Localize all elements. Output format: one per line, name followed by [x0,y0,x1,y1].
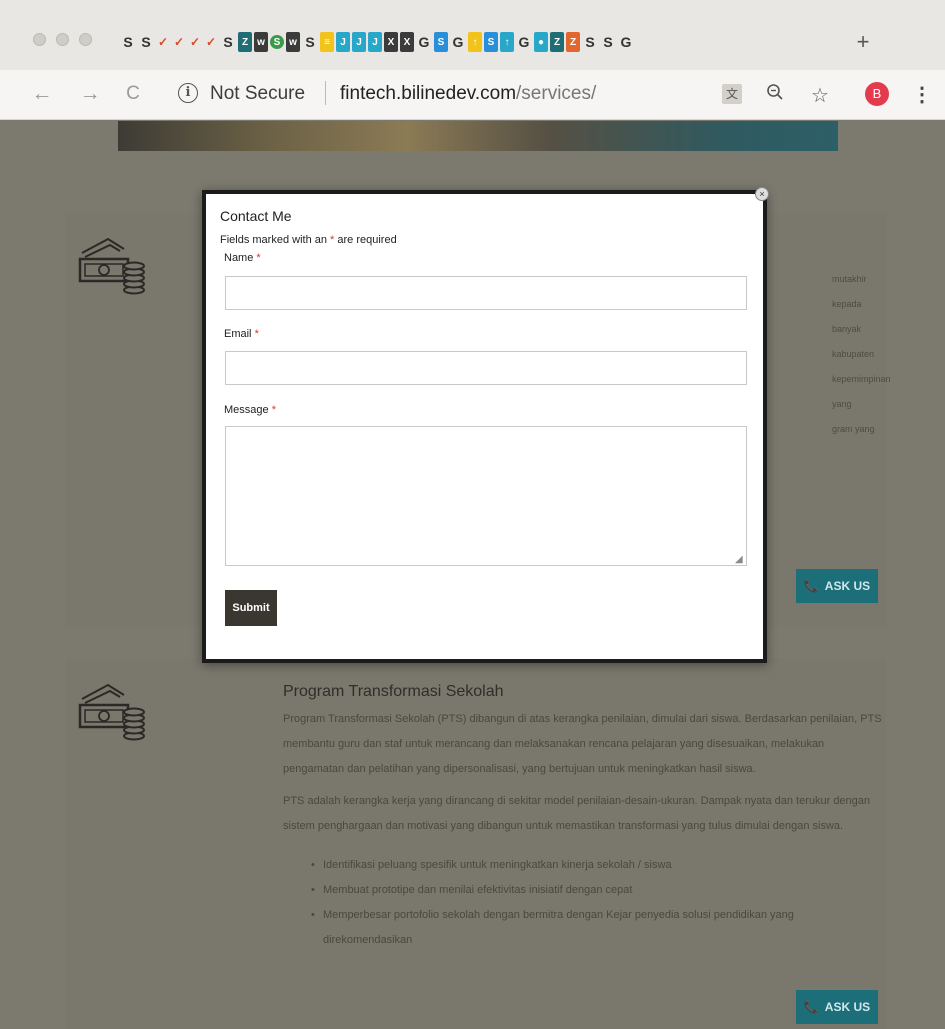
reload-icon[interactable]: C [121,82,145,106]
tab-favicon[interactable]: G [450,32,466,52]
menu-icon[interactable]: ⋮ [912,82,932,107]
contact-modal: × Contact Me Fields marked with an * are… [202,187,769,663]
list-item: Identifikasi peluang spesifik untuk meni… [311,853,871,878]
hero-image [118,121,838,151]
tab-favicon[interactable]: Z [550,32,564,52]
email-label: Email * [224,328,259,340]
required-note: Fields marked with an * are required [220,234,397,246]
tab-favicon[interactable]: J [336,32,350,52]
url-separator [325,81,326,105]
tab-favicon[interactable]: S [484,32,498,52]
tab-favicon[interactable]: Z [238,32,252,52]
tab-favicon[interactable]: ● [534,32,548,52]
tab-favicon[interactable]: S [220,32,236,52]
translate-icon[interactable]: 文 [722,84,742,104]
security-label: Not Secure [210,83,306,104]
address-bar[interactable]: fintech.bilinedev.com/services/ [340,83,596,105]
name-label: Name * [224,252,261,264]
tab-favicon[interactable]: ↑ [500,32,514,52]
submit-button[interactable]: Submit [225,590,277,626]
tab-favicon[interactable]: G [618,32,634,52]
modal-title: Contact Me [220,208,292,224]
name-field[interactable] [225,276,747,310]
tab-favicon[interactable]: ✓ [156,32,170,52]
tab-favicon[interactable]: S [434,32,448,52]
message-label: Message * [224,404,276,416]
phone-icon: 📞 [803,579,819,593]
url-domain: fintech.bilinedev.com [340,83,517,104]
tab-favicon[interactable]: ≡ [320,32,334,52]
tab-favicon[interactable]: w [286,32,300,52]
phone-icon: 📞 [803,1000,819,1014]
tab-favicon[interactable]: X [384,32,398,52]
email-field[interactable] [225,351,747,385]
tab-favicon[interactable]: w [254,32,268,52]
browser-toolbar: ← → C i Not Secure fintech.bilinedev.com… [0,70,945,120]
new-tab-button[interactable]: + [851,29,875,55]
service-card: Program Transformasi Sekolah Program Tra… [66,659,886,1029]
tab-favicon[interactable]: J [368,32,382,52]
back-icon[interactable]: ← [30,82,54,106]
list-item: Membuat prototipe dan menilai efektivita… [311,878,871,903]
ask-us-button[interactable]: 📞 ASK US [796,569,878,603]
tab-favicons: S S ✓ ✓ ✓ ✓ S Zw Sw S ≡ J J J X X G S G ↑ S ↑ G ● Z Z S S G [120,28,634,58]
tab-favicon[interactable]: S [138,32,154,52]
close-icon[interactable]: × [755,187,769,201]
tab-favicon[interactable]: ↑ [468,32,482,52]
forward-icon[interactable]: → [78,82,102,106]
window-maximize-control[interactable] [79,33,92,46]
window-close-control[interactable] [33,33,46,46]
tab-favicon[interactable]: S [120,32,136,52]
money-icon [78,683,145,741]
browser-tabstrip: S S ✓ ✓ ✓ ✓ S Zw Sw S ≡ J J J X X G S G ↑ S ↑ G ● Z Z S S G + [0,0,945,70]
url-path: /services/ [516,83,597,104]
window-minimize-control[interactable] [56,33,69,46]
zoom-icon[interactable] [764,83,786,106]
tab-favicon[interactable]: ✓ [172,32,186,52]
tab-favicon[interactable]: ✓ [188,32,202,52]
profile-avatar[interactable]: B [865,82,889,106]
card-bullet-list: Identifikasi peluang spesifik untuk meni… [311,853,871,953]
info-icon[interactable]: i [178,83,198,103]
tab-favicon[interactable]: X [400,32,414,52]
tab-favicon[interactable]: S [600,32,616,52]
bookmark-star-icon[interactable]: ☆ [809,83,831,108]
tab-favicon[interactable]: G [516,32,532,52]
tab-favicon[interactable]: J [352,32,366,52]
card-title: Program Transformasi Sekolah [283,683,504,700]
message-field[interactable] [225,426,747,566]
tab-favicon[interactable]: S [582,32,598,52]
resize-grip-icon[interactable]: ◢ [735,554,743,565]
card1-text: mutakhir kepada banyak kabupaten kepemim… [832,274,891,434]
tab-favicon[interactable]: Z [566,32,580,52]
list-item: Memperbesar portofolio sekolah dengan be… [311,903,871,953]
tab-favicon[interactable]: S [270,35,284,49]
money-icon [78,237,145,295]
ask-us-button[interactable]: 📞 ASK US [796,990,878,1024]
tab-favicon[interactable]: S [302,32,318,52]
tab-favicon[interactable]: G [416,32,432,52]
tab-favicon[interactable]: ✓ [204,32,218,52]
card-paragraph: Program Transformasi Sekolah (PTS) diban… [283,713,882,775]
card-paragraph: PTS adalah kerangka kerja yang dirancang… [283,795,871,832]
